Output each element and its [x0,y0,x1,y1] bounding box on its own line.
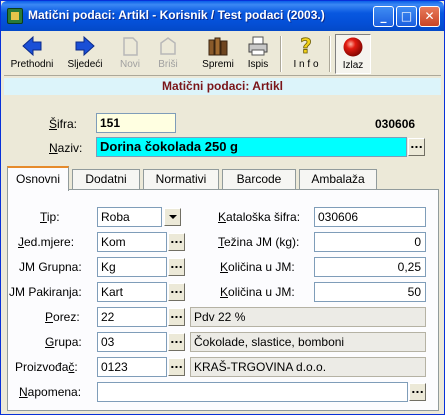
tab-osnovni[interactable]: Osnovni [7,166,69,191]
proizvodac-label: Proizvođač: [15,360,78,374]
sifra-code-display: 030606 [375,117,416,131]
naziv-lookup-button[interactable]: ... [408,138,425,156]
title-bar[interactable]: Matični podaci: Artikl - Korisnik / Test… [1,1,444,31]
sljedeci-label: Sljedeći [67,59,103,70]
prethodni-label: Prethodni [10,59,54,70]
tab-dodatni[interactable]: Dodatni [72,169,140,190]
save-books-icon [208,37,228,56]
jmpakiranja-label: JM Pakiranja: [9,285,82,299]
help-question-icon: ? [300,35,312,57]
novi-label: Novi [119,59,140,70]
grupa-lookup-button[interactable]: ... [168,333,185,351]
porez-description: Pdv 22 % [190,307,426,327]
katsifra-label: Kataloška šifra: [218,210,301,224]
arrow-left-icon [22,35,42,57]
brisi-button[interactable]: Briši [150,34,186,74]
sljedeci-button[interactable]: Sljedeći [60,34,110,74]
brisi-label: Briši [158,59,178,70]
jmgrupna-lookup-button[interactable]: ... [168,258,185,276]
tab-ambalaza[interactable]: Ambalaža [299,169,377,190]
katsifra-input[interactable]: 030606 [314,207,426,227]
jmpakiranja-lookup-button[interactable]: ... [168,283,185,301]
napomena-lookup-button[interactable]: ... [409,383,426,401]
printer-icon [248,36,268,56]
sifra-label: Šifra: [49,117,78,131]
jedmjere-label: Jed.mjere: [18,235,75,249]
kolicina-pakiranja-label: Količina u JM: [220,285,295,299]
delete-icon [160,37,176,55]
toolbar-separator [329,36,331,72]
tab-normativi[interactable]: Normativi [143,169,219,190]
app-icon[interactable] [7,8,23,24]
jedmjere-lookup-button[interactable]: ... [168,233,185,251]
window-title: Matični podaci: Artikl - Korisnik / Test… [28,8,325,22]
info-label: I n f o [293,59,319,70]
tab-strip: Osnovni Dodatni Normativi Barcode Ambala… [7,166,439,191]
spremi-label: Spremi [202,59,234,70]
proizvodac-lookup-button[interactable]: ... [168,358,185,376]
toolbar-separator [280,36,282,72]
jedmjere-input[interactable]: Kom [97,232,167,252]
proizvodac-input[interactable]: 0123 [97,357,167,377]
ispis-label: Ispis [247,59,269,70]
svg-text:?: ? [300,35,312,57]
spremi-button[interactable]: Spremi [198,34,238,74]
jmgrupna-label: JM Grupna: [19,260,82,274]
grupa-description: Čokolade, slastice, bomboni [190,332,426,352]
izlaz-label: Izlaz [342,60,364,71]
napomena-label: Napomena: [19,385,82,399]
close-button[interactable]: ✕ [419,6,440,27]
toolbar: Prethodni Sljedeći Novi Briši Spremi Isp… [4,32,441,76]
porez-label: Porez: [45,310,80,324]
izlaz-button[interactable]: Izlaz [335,34,371,74]
kolicina-pakiranja-input[interactable]: 50 [314,282,426,302]
tip-select[interactable]: Roba [97,207,162,227]
tab-barcode[interactable]: Barcode [222,169,296,190]
jmpakiranja-input[interactable]: Kart [97,282,167,302]
maximize-button[interactable]: □ [396,6,417,27]
arrow-right-icon [75,35,95,57]
tip-label: Tip: [40,210,60,224]
grupa-label: Grupa: [45,335,82,349]
proizvodac-description: KRAŠ-TRGOVINA d.o.o. [190,357,426,377]
info-button[interactable]: ? I n f o [286,34,326,74]
minimize-button[interactable]: _ [373,6,394,27]
porez-input[interactable]: 22 [97,307,167,327]
jmgrupna-input[interactable]: Kg [97,257,167,277]
tip-dropdown-button[interactable] [164,208,181,226]
prethodni-button[interactable]: Prethodni [6,34,58,74]
page-title: Matični podaci: Artikl [4,78,441,95]
porez-lookup-button[interactable]: ... [168,308,185,326]
ispis-button[interactable]: Ispis [240,34,276,74]
naziv-input[interactable]: Dorina čokolada 250 g [96,137,407,157]
napomena-input[interactable] [97,382,408,402]
naziv-label: Naziv: [49,141,83,155]
grupa-input[interactable]: 03 [97,332,167,352]
tab-page-osnovni: Tip: Roba Jed.mjere: Kom ... JM Grupna: … [7,189,439,411]
exit-red-ball-icon [343,37,363,57]
tezina-label: Težina JM (kg): [218,235,300,249]
app-window: Matični podaci: Artikl - Korisnik / Test… [0,0,445,415]
sifra-label-rest: ifra: [57,117,78,131]
new-document-icon [123,37,138,56]
novi-button[interactable]: Novi [112,34,148,74]
kolicina-grupna-label: Količina u JM: [220,260,295,274]
kolicina-grupna-input[interactable]: 0,25 [314,257,426,277]
tezina-input[interactable]: 0 [314,232,426,252]
sifra-input[interactable]: 151 [96,113,176,133]
